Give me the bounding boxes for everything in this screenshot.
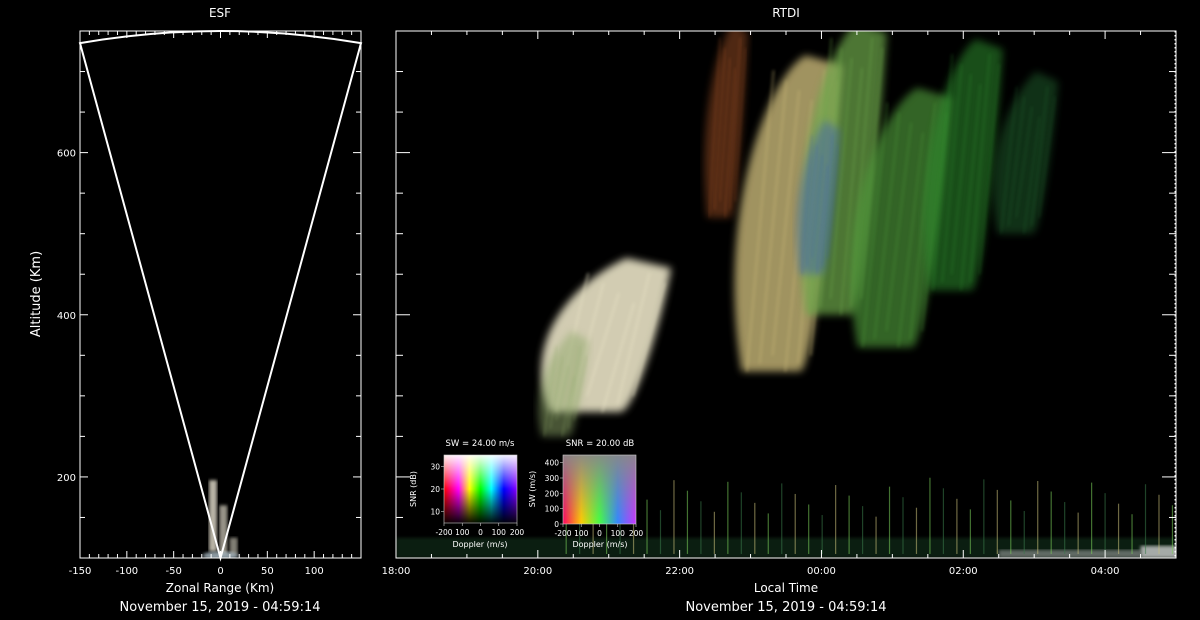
- rtdi-x-tick-label: 22:00: [665, 566, 694, 577]
- inset-x-tick-label: 100: [492, 528, 507, 537]
- esf-y-tick-label: 200: [57, 473, 76, 484]
- colorkey-inset-snr: SNR = 20.00 dB -200 100 0 100 20001002003004…: [528, 439, 643, 549]
- inset-snr-x-label: Doppler (m/s): [572, 540, 627, 549]
- inset-x-tick-label: 0: [597, 529, 602, 538]
- rtdi-x-tick-label: 18:00: [382, 566, 411, 577]
- esf-x-tick-label: -150: [69, 566, 92, 577]
- rtdi-x-tick-label: 00:00: [807, 566, 836, 577]
- inset-sw-brightness-overlay: [444, 455, 517, 523]
- esf-x-tick-label: 100: [305, 566, 324, 577]
- rtdi-x-tick-label: 04:00: [1091, 566, 1120, 577]
- esf-y-axis-label: Altitude (Km): [29, 251, 44, 337]
- inset-sw-x-label: Doppler (m/s): [452, 540, 507, 549]
- esf-caption: November 15, 2019 - 04:59:14: [120, 600, 321, 615]
- inset-x-tick-label: 100: [455, 528, 470, 537]
- inset-y-tick-label: 30: [430, 462, 440, 471]
- inset-snr-y-label: SW (m/s): [528, 471, 537, 507]
- inset-x-tick-label: -200: [435, 528, 452, 537]
- esf-x-tick-label: 50: [261, 566, 274, 577]
- inset-x-tick-label: 0: [478, 528, 483, 537]
- figure-canvas: ESF -150 -100 -50 0 50 100200400600 Altitude …: [29, 6, 1177, 615]
- inset-sw-y-label: SNR (dB): [409, 471, 418, 507]
- rtdi-caption: November 15, 2019 - 04:59:14: [686, 600, 887, 615]
- inset-y-tick-label: 200: [545, 489, 560, 498]
- inset-x-tick-label: -200: [554, 529, 571, 538]
- rtdi-panel: RTDI 18:00 20:00 22:00 00:00 02:00 04:00 Loca…: [382, 6, 1177, 615]
- esf-beam-fan-outline: [78, 30, 363, 562]
- esf-echo-group: [202, 480, 239, 558]
- inset-x-tick-label: 200: [629, 529, 644, 538]
- rtdi-title: RTDI: [772, 6, 800, 20]
- inset-snr-title: SNR = 20.00 dB: [566, 439, 635, 449]
- esf-plot-frame: [79, 30, 362, 559]
- inset-x-tick-label: 100: [611, 529, 626, 538]
- esf-x-axis-label: Zonal Range (Km): [166, 581, 274, 595]
- inset-y-tick-label: 300: [545, 474, 560, 483]
- inset-y-tick-label: 400: [545, 459, 560, 468]
- esf-y-tick-label: 400: [57, 311, 76, 322]
- inset-x-tick-label: 100: [574, 529, 589, 538]
- colorkey-inset-sw: SW = 24.00 m/s -200 100 0 100 200102030 SNR …: [409, 439, 524, 549]
- rtdi-x-tick-label: 20:00: [523, 566, 552, 577]
- rtdi-x-tick-label: 02:00: [949, 566, 978, 577]
- esf-panel: ESF -150 -100 -50 0 50 100 200 400 600 Altitude …: [29, 6, 363, 615]
- inset-y-tick-label: 0: [554, 520, 559, 529]
- inset-x-tick-label: 200: [510, 528, 525, 537]
- esf-echo-2: [229, 537, 238, 555]
- rtdi-x-axis-label: Local Time: [754, 581, 818, 595]
- esf-axis-ticks: -150 -100 -50 0 50 100 200 400 600: [57, 30, 362, 577]
- inset-y-tick-label: 100: [545, 505, 560, 514]
- esf-y-tick-label: 600: [57, 149, 76, 160]
- inset-y-tick-label: 10: [430, 508, 440, 517]
- inset-sw-title: SW = 24.00 m/s: [446, 439, 516, 449]
- esf-title: ESF: [209, 6, 231, 20]
- esf-x-tick-label: 0: [217, 566, 223, 577]
- esf-x-tick-label: -50: [165, 566, 181, 577]
- inset-y-tick-label: 20: [430, 485, 440, 494]
- inset-snr-saturation-overlay: [563, 455, 636, 524]
- esf-x-tick-label: -100: [115, 566, 138, 577]
